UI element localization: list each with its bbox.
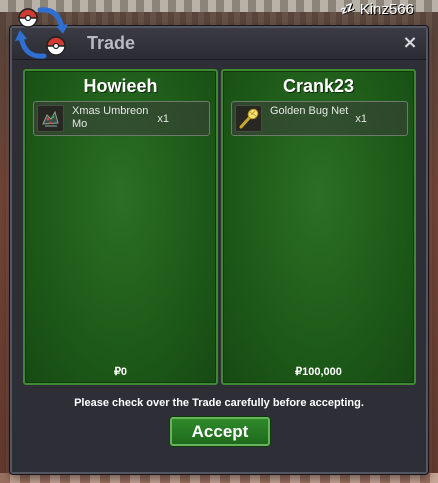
trade-panel-right: Crank23 Golden Bug Net x1 ₽100,000 <box>221 69 416 385</box>
window-titlebar[interactable]: Trade × <box>12 28 426 60</box>
trader-name-left: Howieeh <box>83 76 158 96</box>
trade-money-left: ₽0 <box>113 366 128 378</box>
trade-item-slot-right[interactable]: Golden Bug Net x1 <box>231 101 408 136</box>
trade-item-qty-right: x1 <box>355 113 367 125</box>
trade-item-slot-left[interactable]: Xmas Umbreon Mo x1 <box>33 101 210 136</box>
trade-exchange-icon <box>10 2 74 64</box>
trade-panel-left: Howieeh Xmas Umbreon Mo x1 ₽0 <box>23 69 218 385</box>
window-title: Trade <box>87 33 136 53</box>
umbreon-mount-icon <box>37 105 64 132</box>
trade-money-right: ₽100,000 <box>295 366 342 378</box>
trade-item-qty-left: x1 <box>157 113 169 125</box>
trade-item-name-right: Golden Bug Net <box>270 105 349 117</box>
trade-window: Trade × Howieeh Xmas Umbreon Mo x1 ₽0 Cr… <box>10 26 428 474</box>
golden-bug-net-icon <box>235 105 262 132</box>
trader-name-right: Crank23 <box>282 76 355 96</box>
trade-notice: Please check over the Trade carefully be… <box>74 397 364 409</box>
player-name: Kinz566 <box>359 0 414 18</box>
accept-button[interactable]: Accept <box>170 417 270 446</box>
world-floor-strip <box>0 473 438 483</box>
player-nameplate: zZ Kinz566 <box>339 0 414 18</box>
sleep-icon: zZ <box>339 1 356 17</box>
trade-item-name-left: Xmas Umbreon Mo <box>72 105 149 130</box>
close-icon[interactable]: × <box>400 32 420 54</box>
